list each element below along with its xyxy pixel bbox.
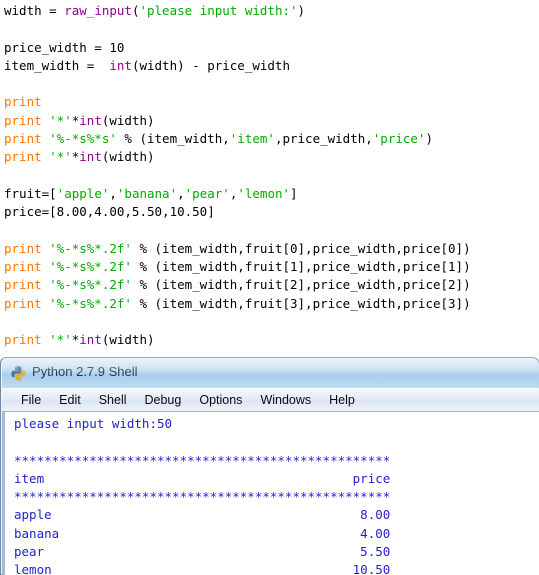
code-token-plain: , bbox=[109, 185, 117, 201]
code-token-plain: ,price_width, bbox=[274, 131, 373, 147]
shell-window-title: Python 2.7.9 Shell bbox=[32, 364, 138, 379]
code-line: print bbox=[4, 93, 471, 111]
code-token-builtin: int bbox=[79, 149, 102, 165]
shell-output-line: pear 5.50 bbox=[14, 544, 391, 560]
code-line: print bbox=[4, 350, 471, 352]
shell-output-line: banana 4.00 bbox=[14, 525, 391, 541]
code-token-plain: % (item_width,fruit[0],price_width,price… bbox=[131, 240, 471, 256]
code-token-string: '*' bbox=[49, 149, 72, 165]
code-token-plain: , bbox=[177, 185, 185, 201]
code-token-plain: fruit=[ bbox=[4, 185, 57, 201]
code-token-plain: % (item_width,fruit[2],price_width,price… bbox=[131, 277, 471, 293]
code-token-plain: (width) bbox=[101, 112, 155, 128]
code-line: print '*'*int(width) bbox=[4, 331, 471, 349]
code-token-plain: item_width = bbox=[4, 57, 110, 73]
code-token-keyword: print bbox=[4, 351, 42, 352]
code-token-keyword: print bbox=[4, 112, 50, 128]
code-token-plain: (width) bbox=[101, 149, 155, 165]
code-token-plain: width = bbox=[4, 3, 65, 18]
code-token-string: 'please input width:' bbox=[139, 3, 298, 18]
code-line: print '%-*s%*.2f' % (item_width,fruit[3]… bbox=[4, 295, 471, 313]
shell-output-line: lemon 10.50 bbox=[14, 562, 391, 575]
code-token-plain: price_width = 10 bbox=[4, 39, 125, 55]
code-line: print '%-*s%*s' % (item_width,'item',pri… bbox=[4, 130, 471, 148]
shell-output-area[interactable]: please input width:50 ******************… bbox=[2, 412, 539, 575]
code-line: print '*'*int(width) bbox=[4, 148, 471, 166]
code-line: print '%-*s%*.2f' % (item_width,fruit[2]… bbox=[4, 276, 471, 294]
code-token-plain: ] bbox=[290, 185, 298, 201]
code-token-string: '%-*s%*s' bbox=[49, 131, 117, 147]
code-token-plain: price=[8.00,4.00,5.50,10.50] bbox=[4, 204, 215, 220]
code-token-plain: % (item_width,fruit[3],price_width,price… bbox=[131, 295, 471, 311]
code-token-keyword: print bbox=[4, 131, 50, 147]
code-token-keyword: print bbox=[4, 94, 42, 110]
menu-options[interactable]: Options bbox=[190, 391, 251, 409]
shell-menubar[interactable]: File Edit Shell Debug Options Windows Help bbox=[2, 388, 539, 412]
code-token-plain: (width) - price_width bbox=[131, 57, 290, 73]
window-frame: Python 2.7.9 Shell File Edit Shell Debug Opt… bbox=[0, 357, 539, 575]
code-line: price_width = 10 bbox=[4, 39, 471, 57]
shell-output-line: apple 8.00 bbox=[14, 507, 391, 523]
code-token-string: '%-*s%*.2f' bbox=[49, 277, 132, 293]
editor-code-area[interactable]: width = raw_input('please input width:')… bbox=[4, 2, 471, 352]
code-line: print '%-*s%*.2f' % (item_width,fruit[0]… bbox=[4, 240, 471, 258]
code-token-keyword: print bbox=[4, 149, 50, 165]
code-token-plain: % (item_width,fruit[1],price_width,price… bbox=[131, 259, 471, 275]
shell-output-line: please input width:50 bbox=[14, 416, 173, 431]
code-token-string: 'banana' bbox=[116, 185, 178, 201]
code-token-keyword: print bbox=[4, 295, 50, 311]
menu-shell[interactable]: Shell bbox=[90, 391, 136, 409]
code-token-plain: ) bbox=[297, 3, 306, 18]
code-token-string: '%-*s%*.2f' bbox=[49, 295, 132, 311]
shell-output-line: ****************************************… bbox=[14, 452, 391, 468]
code-token-builtin: int bbox=[79, 332, 102, 348]
code-line: print '%-*s%*.2f' % (item_width,fruit[1]… bbox=[4, 258, 471, 276]
code-token-builtin: int bbox=[79, 112, 102, 128]
code-token-keyword: print bbox=[4, 332, 50, 348]
code-token-string: '%-*s%*.2f' bbox=[49, 240, 132, 256]
code-token-string: '*' bbox=[49, 332, 72, 348]
code-token-string: 'lemon' bbox=[237, 185, 291, 201]
code-token-string: 'item' bbox=[229, 131, 275, 147]
code-line: print '*'*int(width) bbox=[4, 112, 471, 130]
code-token-keyword: print bbox=[4, 240, 50, 256]
code-token-plain: ) bbox=[425, 131, 433, 147]
menu-file[interactable]: File bbox=[12, 391, 50, 409]
code-token-string: '*' bbox=[49, 112, 72, 128]
code-token-string: 'pear' bbox=[184, 185, 230, 201]
menu-debug[interactable]: Debug bbox=[136, 391, 191, 409]
shell-output-text: please input width:50 ******************… bbox=[14, 415, 390, 575]
code-token-builtin: int bbox=[109, 57, 132, 73]
python-shell-window[interactable]: Python 2.7.9 Shell File Edit Shell Debug Opt… bbox=[0, 357, 539, 575]
code-line: width = raw_input('please input width:') bbox=[4, 2, 471, 20]
code-line: fruit=['apple','banana','pear','lemon'] bbox=[4, 185, 471, 203]
code-token-plain: (width) bbox=[101, 332, 155, 348]
code-token-keyword: print bbox=[4, 259, 50, 275]
python-logo-icon bbox=[11, 366, 26, 381]
shell-blank-line bbox=[14, 433, 390, 451]
code-token-string: 'apple' bbox=[56, 185, 110, 201]
code-token-string: 'price' bbox=[372, 131, 426, 147]
code-line: price=[8.00,4.00,5.50,10.50] bbox=[4, 203, 471, 221]
shell-titlebar[interactable]: Python 2.7.9 Shell bbox=[2, 359, 539, 389]
code-token-string: '%-*s%*.2f' bbox=[49, 259, 132, 275]
code-line: item_width = int(width) - price_width bbox=[4, 57, 471, 75]
python-code-editor[interactable]: width = raw_input('please input width:')… bbox=[0, 0, 539, 352]
code-token-builtin: raw_input bbox=[64, 3, 132, 18]
menu-help[interactable]: Help bbox=[320, 391, 364, 409]
menu-edit[interactable]: Edit bbox=[50, 391, 90, 409]
shell-output-line: ****************************************… bbox=[14, 489, 391, 505]
code-token-keyword: print bbox=[4, 277, 50, 293]
shell-output-line: item price bbox=[14, 470, 391, 486]
code-token-plain: % (item_width, bbox=[116, 131, 230, 147]
menu-windows[interactable]: Windows bbox=[251, 391, 320, 409]
